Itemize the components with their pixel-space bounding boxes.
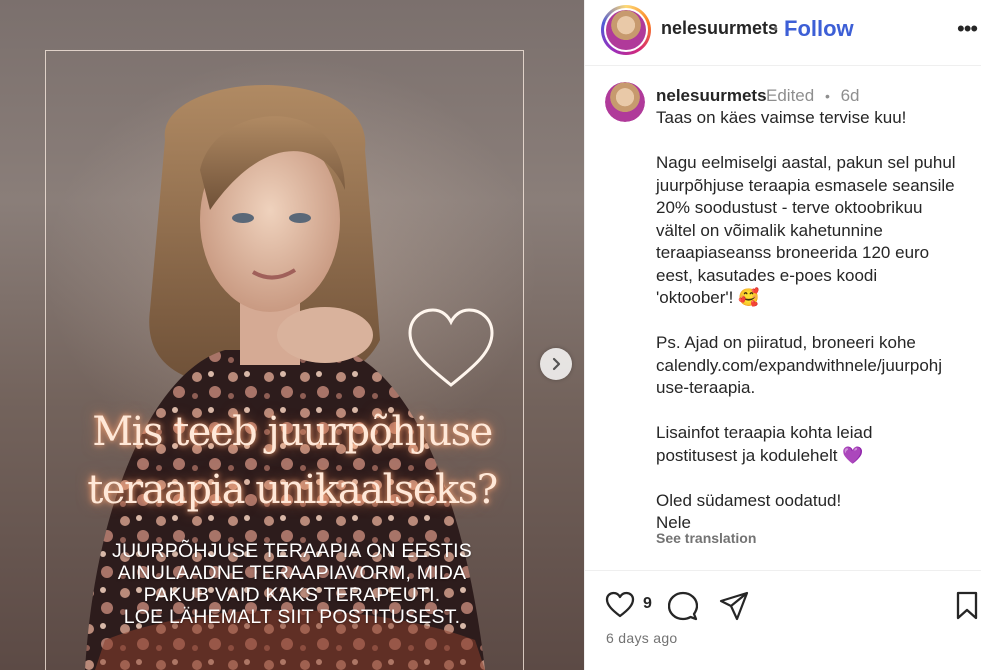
caption-separator: • — [824, 88, 830, 104]
caption-line: Taas on käes vaimse tervise kuu! — [656, 108, 907, 127]
heart-outline-icon — [408, 308, 494, 387]
post-media[interactable]: Mis teeb juurpõhjuse teraapia unikaalsek… — [0, 0, 584, 670]
avatar — [605, 82, 645, 122]
send-icon[interactable] — [719, 591, 749, 621]
headline-line-2: teraapia unikaalseks? — [87, 467, 498, 513]
caption-line: teraapiaseanss broneerida 120 euro — [656, 243, 930, 262]
caption-age[interactable]: 6d — [841, 86, 860, 105]
caption-block: nelesuurmets Edited • 6d Taas on käes va… — [585, 66, 981, 566]
post-header: nelesuurmets • Follow ••• — [585, 0, 981, 66]
chevron-right-icon — [552, 357, 561, 371]
caption-link: use-teraapia. — [656, 378, 756, 397]
caption-line: vältel on võimalik kahetunnine — [656, 220, 883, 240]
post-actions: 9 6 days ago — [585, 570, 981, 670]
like-count[interactable]: 9 — [643, 595, 652, 613]
edited-label: Edited — [766, 86, 815, 105]
caption-line: Oled südamest oodatud! — [656, 490, 842, 510]
caption-line: postitusest ja kodulehelt 💜 — [656, 445, 864, 465]
story-avatar[interactable] — [601, 5, 651, 55]
caption-line — [656, 400, 968, 423]
caption-line: Nagu eelmiselgi aastal, pakun sel puhul — [656, 153, 956, 172]
heart-icon[interactable] — [605, 591, 635, 619]
comment-icon[interactable] — [668, 591, 698, 621]
caption-line: Ps. Ajad on piiratud, broneeri kohe — [656, 333, 916, 352]
caption-link: calendly.com/expandwithnele/juurpohj — [656, 355, 943, 375]
caption-line: juurpõhjuse teraapia esmasele seansile — [656, 175, 955, 195]
caption-line: 'oktoober'! 🥰 — [656, 288, 760, 307]
caption-line: Lisainfot teraapia kohta leiad — [656, 423, 873, 442]
caption-line: eest, kasutades e-poes koodi — [656, 265, 878, 285]
see-translation-button[interactable]: See translation — [656, 530, 756, 546]
caption-line: 20% soodustust - terve oktoobrikuu — [656, 198, 923, 217]
subtext-line: AINULAADNE TERAAPIAVORM, MIDA — [117, 562, 467, 584]
more-options-icon[interactable]: ••• — [957, 16, 978, 42]
bookmark-icon[interactable] — [955, 591, 979, 621]
avatar — [606, 10, 646, 50]
caption-line — [656, 130, 968, 153]
subtext-line: LOE LÄHEMALT SIIT POSTITUSEST. — [123, 606, 461, 628]
post-side-panel: nelesuurmets • Follow ••• nelesuurmets E… — [584, 0, 981, 670]
subtext-line: JUURPÕHJUSE TERAAPIA ON EESTIS — [112, 540, 472, 562]
header-separator: • — [773, 20, 778, 36]
subtext-line: PAKUB VAID KAKS TERAPEUTI. — [143, 584, 441, 606]
caption-username[interactable]: nelesuurmets — [656, 86, 767, 106]
caption-meta: Edited • 6d — [766, 86, 860, 106]
header-username[interactable]: nelesuurmets — [661, 18, 778, 39]
caption-text: Taas on käes vaimse tervise kuu! Nagu ee… — [656, 107, 968, 535]
caption-line — [656, 467, 968, 490]
next-slide-button[interactable] — [540, 348, 572, 380]
follow-button[interactable]: Follow — [784, 16, 854, 42]
headline-line-1: Mis teeb juurpõhjuse — [92, 409, 493, 455]
caption-line — [656, 310, 968, 333]
post-timestamp[interactable]: 6 days ago — [606, 630, 678, 646]
caption-avatar[interactable] — [605, 82, 645, 122]
